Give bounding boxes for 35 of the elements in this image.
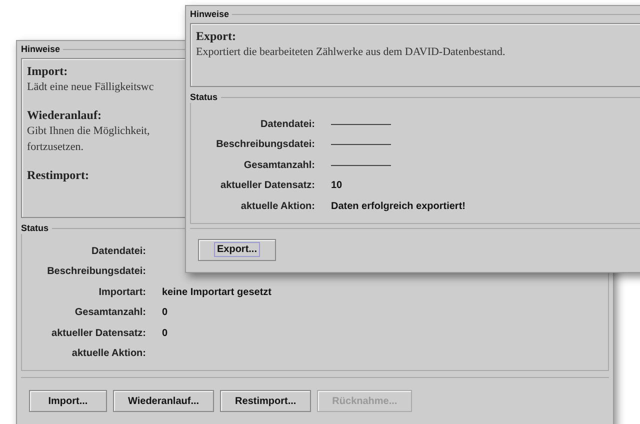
hint-text: fortzusetzen.: [27, 140, 84, 155]
status-label: Gesamtanzahl:: [74, 307, 146, 318]
hint-heading: Import:: [27, 63, 68, 79]
status-value: keine Importart gesetzt: [162, 286, 272, 298]
group-title: Hinweise: [21, 43, 64, 55]
group-title: Status: [21, 222, 52, 234]
status-label: Beschreibungsdatei:: [46, 266, 146, 278]
hint-text: Lädt eine neue Fälligkeitswc: [27, 80, 154, 95]
hint-heading: Wiederanlauf:: [27, 107, 102, 123]
status-label: aktuelle Aktion:: [240, 200, 315, 212]
status-label: Datendatei:: [90, 246, 146, 257]
dialog-button[interactable]: Import...: [29, 390, 107, 412]
empty-value-line: [331, 124, 391, 125]
status-label: Gesamtanzahl:: [242, 160, 315, 171]
status-value: 10: [331, 180, 342, 192]
status-label: aktueller Datensatz:: [50, 328, 146, 339]
hint-text: Exportiert die bearbeiteten Zählwerke aus dem DAVID-Datenbestand.: [196, 45, 506, 60]
status-label: aktuelle Aktion:: [70, 348, 146, 360]
status-label: aktueller Datensatz:: [220, 180, 315, 192]
status-value: 0: [162, 328, 168, 339]
group-title: Hinweise: [190, 8, 232, 20]
status-label: Beschreibungsdatei:: [215, 139, 315, 150]
dialog-button[interactable]: Wiederanlauf...: [113, 390, 214, 412]
dialog-button[interactable]: Export...: [198, 238, 276, 260]
empty-value-line: [331, 164, 391, 166]
status-value: 0: [162, 307, 168, 318]
status-label: Importart:: [98, 286, 146, 298]
status-label: Datendatei:: [260, 118, 315, 130]
dialog-button[interactable]: Restimport...: [220, 390, 312, 412]
status-value: Daten erfolgreich exportiert!: [331, 200, 466, 212]
hint-heading: Export:: [196, 28, 236, 44]
hint-text: Gibt Ihnen die Möglichkeit,: [27, 124, 150, 139]
hint-heading: Restimport:: [27, 167, 89, 183]
group-title: Status: [190, 91, 221, 103]
empty-value-line: [331, 144, 391, 146]
